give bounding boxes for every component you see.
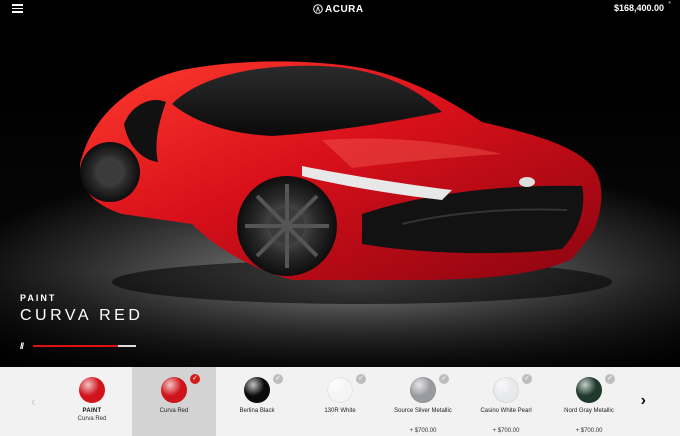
swatch-price: + $700.00 xyxy=(575,428,603,434)
color-swatch[interactable]: ✓ Berlina Black xyxy=(215,367,299,436)
color-swatch[interactable]: ✓ 130R White xyxy=(298,367,382,436)
swatch-chip xyxy=(244,377,270,403)
car-stage: ACURA $168,400.00 * PAINT CURVA RED // xyxy=(0,0,680,367)
check-icon: ✓ xyxy=(356,374,366,384)
selected-color-name: CURVA RED xyxy=(20,307,144,324)
swatch-chip xyxy=(410,377,436,403)
check-icon: ✓ xyxy=(190,374,200,384)
swatch-name: 130R White xyxy=(324,408,356,414)
check-icon: ✓ xyxy=(605,374,615,384)
summary-value: Curva Red xyxy=(77,416,107,422)
summary-title: PAINT xyxy=(82,408,102,414)
acura-logo-icon xyxy=(313,4,323,14)
next-arrow-icon[interactable]: › xyxy=(641,392,646,410)
swatch-chip xyxy=(327,377,353,403)
check-icon: ✓ xyxy=(439,374,449,384)
summary-swatch-chip xyxy=(79,377,105,403)
swatch-chip xyxy=(161,377,187,403)
color-swatch[interactable]: ✓ Source Silver Metallic + $700.00 xyxy=(381,367,465,436)
check-icon: ✓ xyxy=(522,374,532,384)
swatch-name: Source Silver Metallic xyxy=(394,408,452,414)
color-swatch[interactable]: ✓ Curva Red xyxy=(132,367,216,436)
paint-section-label: PAINT xyxy=(20,293,57,303)
swatch-price: + $700.00 xyxy=(409,428,437,434)
swatch-name: Nord Gray Metallic xyxy=(564,408,614,414)
brand-logo[interactable]: ACURA xyxy=(313,3,364,15)
check-icon: ✓ xyxy=(273,374,283,384)
prev-arrow-icon[interactable]: ‹ xyxy=(31,393,36,409)
swatch-name: Curva Red xyxy=(159,408,189,414)
swatch-price: + $700.00 xyxy=(492,428,520,434)
color-swatch[interactable]: ✓ Casino White Pearl + $700.00 xyxy=(464,367,548,436)
car-image xyxy=(80,61,612,304)
paint-summary: PAINT Curva Red xyxy=(50,367,134,436)
slash-icon: // xyxy=(20,341,24,351)
hamburger-menu-icon[interactable] xyxy=(12,4,23,13)
config-progress-fill xyxy=(33,345,119,347)
top-bar: ACURA $168,400.00 * xyxy=(0,0,680,18)
swatch-name: Casino White Pearl xyxy=(480,408,532,414)
swatch-chip xyxy=(493,377,519,403)
color-swatch[interactable]: ✓ Nord Gray Metallic + $700.00 xyxy=(547,367,631,436)
swatch-chip xyxy=(576,377,602,403)
config-progress-bar xyxy=(33,345,136,347)
swatch-bar: ‹ PAINT Curva Red ✓ Curva Red ✓ Berlina Bla… xyxy=(0,367,680,436)
brand-name: ACURA xyxy=(325,3,364,15)
swatch-name: Berlina Black xyxy=(239,408,275,414)
total-price: $168,400.00 xyxy=(613,3,664,13)
price-disclaimer-marker[interactable]: * xyxy=(668,1,671,8)
